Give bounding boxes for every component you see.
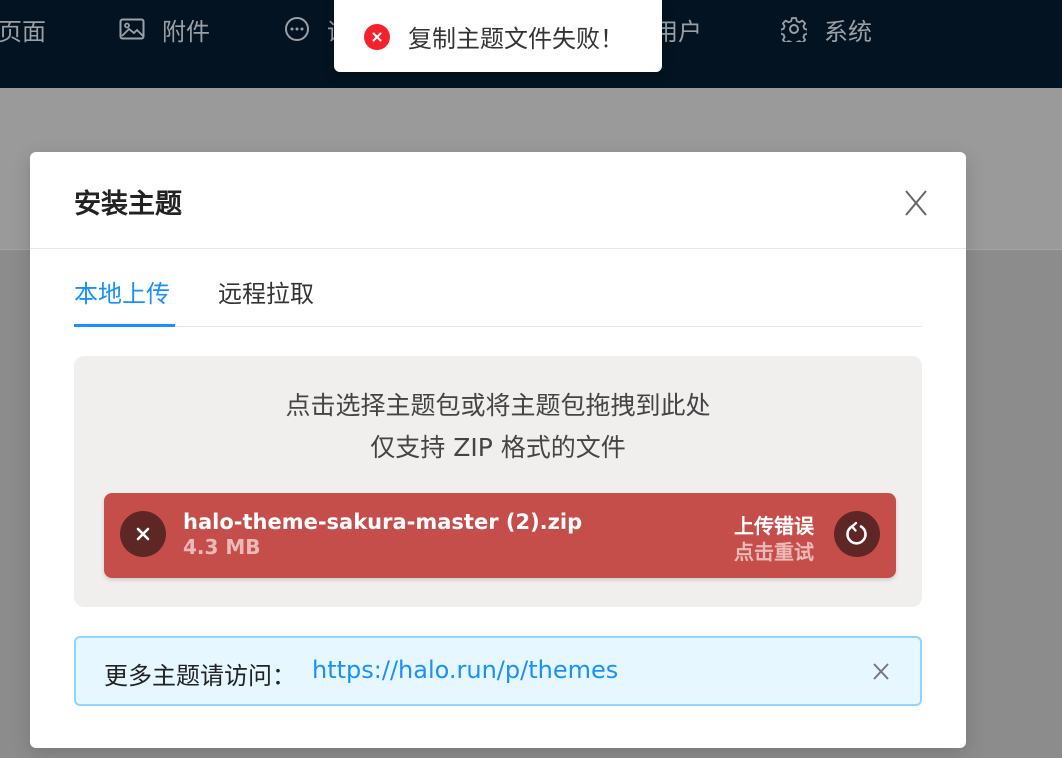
upload-dropzone[interactable]: 点击选择主题包或将主题包拖拽到此处 仅支持 ZIP 格式的文件 halo-the… [74,356,922,607]
modal-title: 安装主题 [74,189,182,220]
close-icon[interactable] [904,182,928,218]
dropzone-hint: 点击选择主题包或将主题包拖拽到此处 [285,391,711,420]
file-name: halo-theme-sakura-master (2).zip [183,510,583,534]
upload-error-status: 上传错误 [734,514,814,538]
tab-local-upload[interactable]: 本地上传 [74,274,170,309]
upload-file-item: halo-theme-sakura-master (2).zip 4.3 MB … [104,493,896,578]
gear-icon [780,15,808,43]
modal-header: 安装主题 [30,152,966,249]
retry-button[interactable] [834,511,880,557]
tab-bar: 本地上传 远程拉取 [74,264,922,327]
close-icon [136,527,150,541]
remove-file-button[interactable] [120,511,166,557]
nav-item-system[interactable]: 系统 [780,12,872,46]
dropzone-format-hint: 仅支持 ZIP 格式的文件 [370,433,626,462]
comment-icon [283,15,311,43]
install-theme-modal: 安装主题 本地上传 远程拉取 点击选择主题包或将主题包拖拽到此处 仅支持 ZIP… [30,152,966,748]
nav-item-pages[interactable]: 页面 [0,12,46,46]
toast-message: 复制主题文件失败！ [408,25,624,53]
alert-label: 更多主题请访问： [104,662,296,690]
close-icon[interactable] [872,660,890,682]
nav-item-label: 系统 [824,17,872,46]
more-themes-alert: 更多主题请访问： https://halo.run/p/themes [74,636,922,706]
themes-link[interactable]: https://halo.run/p/themes [312,656,618,684]
image-icon [118,15,146,43]
error-toast: 复制主题文件失败！ [334,0,662,72]
error-circle-icon [364,24,390,50]
active-tab-indicator [74,324,175,327]
tab-remote-fetch[interactable]: 远程拉取 [218,274,314,309]
nav-item-label: 页面 [0,17,46,46]
file-size: 4.3 MB [183,535,261,559]
retry-hint[interactable]: 点击重试 [734,536,814,565]
nav-item-label: 附件 [162,17,210,46]
retry-icon [846,521,867,545]
nav-item-attachments[interactable]: 附件 [118,12,210,46]
